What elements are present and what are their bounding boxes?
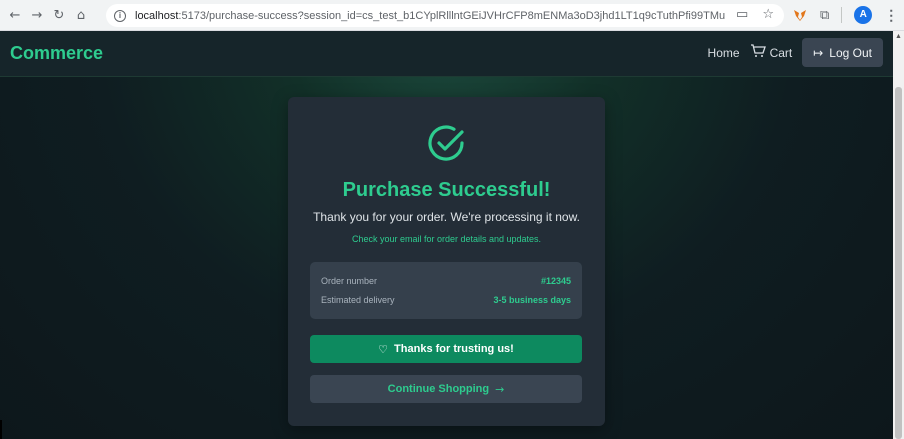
continue-shopping-button[interactable]: Continue Shopping →	[310, 375, 582, 403]
browser-toolbar: ← → ↻ ⌂ i localhost:5173/purchase-succes…	[0, 0, 904, 31]
avatar[interactable]: A	[854, 6, 873, 24]
logout-icon: ↦	[813, 45, 824, 60]
metamask-icon[interactable]	[792, 7, 808, 23]
email-note: Check your email for order details and u…	[351, 234, 542, 244]
delivery-label: Estimated delivery	[321, 295, 395, 305]
page-scrollbar[interactable]: ▲	[893, 31, 904, 439]
continue-shopping-label: Continue Shopping	[387, 383, 490, 395]
delivery-value: 3-5 business days	[493, 295, 571, 305]
address-bar[interactable]: i localhost:5173/purchase-success?sessio…	[106, 4, 784, 27]
brand-logo[interactable]: Commerce	[10, 43, 103, 64]
menu-icon[interactable]: ⋮	[884, 7, 898, 24]
order-number-row: Order number #12345	[321, 276, 571, 286]
back-icon[interactable]: ←	[4, 4, 26, 26]
check-circle-icon	[428, 125, 464, 161]
order-details-panel: Order number #12345 Estimated delivery 3…	[310, 262, 582, 319]
order-number-label: Order number	[321, 276, 378, 286]
delivery-row: Estimated delivery 3-5 business days	[321, 295, 571, 305]
forward-icon[interactable]: →	[26, 4, 48, 26]
navbar: Commerce Home Cart ↦ Log Out	[0, 31, 893, 77]
arrow-right-icon: →	[495, 382, 505, 396]
star-icon[interactable]: ☆	[762, 7, 774, 22]
scrollbar-thumb[interactable]	[895, 87, 902, 439]
left-edge-mark	[0, 420, 2, 439]
reload-icon[interactable]: ↻	[48, 4, 70, 26]
extensions-icon[interactable]: ⧉	[820, 8, 829, 23]
toolbar-divider	[841, 7, 843, 23]
order-number-value: #12345	[540, 276, 571, 286]
info-icon[interactable]: i	[114, 9, 126, 22]
thanks-button[interactable]: ♡ Thanks for trusting us!	[310, 335, 582, 363]
handshake-icon: ♡	[378, 342, 389, 356]
home-icon[interactable]: ⌂	[70, 4, 92, 26]
cart-label: Cart	[769, 45, 793, 60]
success-subtitle: Thank you for your order. We're processi…	[313, 210, 580, 224]
scroll-up-icon[interactable]: ▲	[895, 33, 902, 40]
cart-icon	[750, 44, 766, 61]
logout-label: Log Out	[829, 45, 872, 60]
nav-cart-link[interactable]: Cart	[750, 44, 793, 61]
purchase-success-card: Purchase Successful! Thank you for your …	[288, 97, 605, 426]
success-title: Purchase Successful!	[342, 179, 551, 201]
nav-home-link[interactable]: Home	[708, 46, 740, 60]
tab-search-icon[interactable]: ▭	[736, 7, 748, 22]
url-text[interactable]: localhost:5173/purchase-success?session_…	[135, 10, 725, 22]
logout-button[interactable]: ↦ Log Out	[802, 38, 883, 67]
thanks-button-label: Thanks for trusting us!	[394, 343, 514, 355]
